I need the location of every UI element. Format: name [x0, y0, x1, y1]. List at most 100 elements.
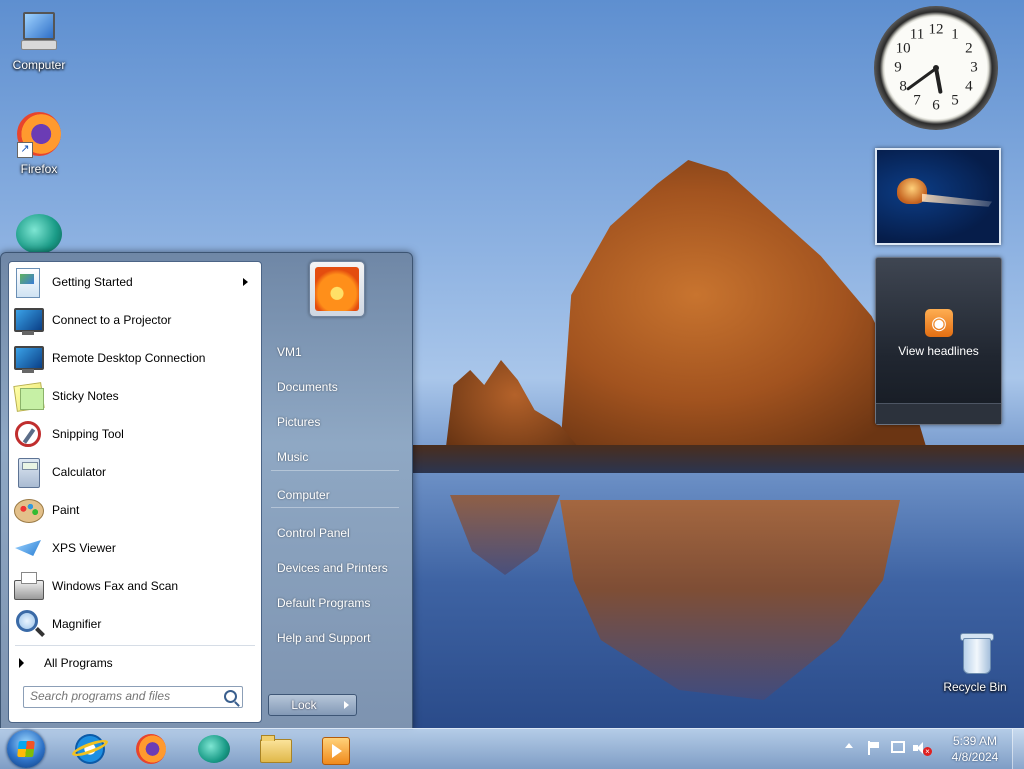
clock-date: 4/8/2024: [951, 750, 999, 764]
program-connect-to-projector[interactable]: Connect to a Projector: [12, 302, 258, 338]
program-paint[interactable]: Paint: [12, 492, 258, 528]
taskbar-clock[interactable]: 5:39 AM 4/8/2024: [940, 733, 1010, 765]
taskbar-windows-explorer[interactable]: [256, 733, 292, 765]
program-calculator[interactable]: Calculator: [12, 454, 258, 490]
link-computer[interactable]: Computer: [263, 480, 401, 510]
search-box[interactable]: [23, 686, 243, 708]
wallpaper-shore: [410, 445, 1024, 473]
desktop-icon-firefox[interactable]: ↗ Firefox: [1, 112, 77, 176]
magnifier-icon: [12, 608, 44, 640]
clock-number: 5: [951, 92, 959, 109]
slideshow-gadget[interactable]: [875, 148, 1001, 245]
program-label: Getting Started: [52, 275, 133, 289]
places-separator: [271, 507, 399, 508]
teal-app-icon: [198, 735, 230, 763]
program-snipping-tool[interactable]: Snipping Tool: [12, 416, 258, 452]
search-icon[interactable]: [224, 690, 237, 703]
clock-number: 2: [965, 40, 973, 57]
link-devices-and-printers[interactable]: Devices and Printers: [263, 553, 401, 583]
link-default-programs[interactable]: Default Programs: [263, 588, 401, 618]
program-xps-viewer[interactable]: XPS Viewer: [12, 530, 258, 566]
xps-viewer-icon: [12, 532, 44, 564]
link-help-and-support[interactable]: Help and Support: [263, 623, 401, 653]
jellyfish-tentacles: [922, 193, 992, 207]
start-menu: Getting Started Connect to a Projector R…: [0, 252, 413, 730]
start-button[interactable]: [7, 730, 45, 768]
link-user-folder[interactable]: VM1: [263, 337, 401, 367]
program-magnifier[interactable]: Magnifier: [12, 606, 258, 642]
scissors-icon: [12, 418, 44, 450]
program-remote-desktop[interactable]: Remote Desktop Connection: [12, 340, 258, 376]
programs-separator: [15, 645, 255, 646]
feed-gadget-footer: [876, 403, 1001, 424]
recycle-bin-icon: [951, 630, 999, 678]
taskbar-teal-app[interactable]: [194, 733, 230, 765]
shortcut-arrow-icon: ↗: [17, 142, 33, 158]
desktop-icon-label: Computer: [12, 58, 66, 72]
rss-icon: ◉: [925, 309, 953, 337]
start-menu-places-pane: VM1 Documents Pictures Music Computer Co…: [263, 261, 405, 721]
projector-icon: [12, 304, 44, 336]
remote-desktop-icon: [12, 342, 44, 374]
network-icon[interactable]: [891, 741, 905, 753]
program-fax-and-scan[interactable]: Windows Fax and Scan: [12, 568, 258, 604]
desktop-icon-label: Firefox: [20, 162, 58, 176]
places-separator: [271, 470, 399, 471]
clock-hour-hand: [934, 67, 943, 94]
taskbar-firefox[interactable]: [132, 733, 168, 765]
link-documents[interactable]: Documents: [263, 372, 401, 402]
show-hidden-icons-icon[interactable]: [845, 743, 853, 748]
clock-center-pin: [933, 65, 939, 71]
clock-number: 9: [894, 59, 902, 76]
firefox-icon: [136, 734, 166, 764]
taskbar: × 5:39 AM 4/8/2024: [0, 728, 1024, 769]
calculator-icon: [12, 456, 44, 488]
action-center-flag-icon[interactable]: [867, 741, 879, 755]
windows-logo-icon: [17, 741, 35, 757]
wallpaper-rock: [559, 160, 930, 460]
program-label: XPS Viewer: [52, 541, 116, 555]
program-label: Magnifier: [52, 617, 102, 631]
program-sticky-notes[interactable]: Sticky Notes: [12, 378, 258, 414]
show-desktop-button[interactable]: [1012, 729, 1024, 769]
feed-headlines-gadget[interactable]: ◉ View headlines: [875, 257, 1002, 425]
view-headlines-label[interactable]: View headlines: [876, 344, 1001, 358]
lock-button[interactable]: Lock: [268, 694, 340, 716]
link-control-panel[interactable]: Control Panel: [263, 518, 401, 548]
link-pictures[interactable]: Pictures: [263, 407, 401, 437]
clock-number: 6: [932, 97, 940, 114]
clock-gadget[interactable]: 12 1 2 3 4 5 6 7 8 9 10 11: [874, 6, 998, 130]
link-music[interactable]: Music: [263, 442, 401, 472]
submenu-arrow-icon[interactable]: [243, 278, 248, 286]
clock-face: 12 1 2 3 4 5 6 7 8 9 10 11: [886, 18, 986, 118]
program-getting-started[interactable]: Getting Started: [12, 264, 258, 300]
firefox-icon: ↗: [15, 112, 63, 160]
all-programs-label: All Programs: [44, 656, 113, 670]
program-label: Sticky Notes: [52, 389, 119, 403]
desktop-icon-computer[interactable]: Computer: [1, 8, 77, 72]
wallpaper-reflection: [560, 500, 900, 700]
program-label: Paint: [52, 503, 80, 517]
clock-number: 3: [970, 59, 978, 76]
wallpaper-reflection-small: [450, 495, 560, 575]
taskbar-internet-explorer[interactable]: [70, 733, 110, 765]
user-picture[interactable]: [309, 261, 365, 317]
clock-time: 5:39 AM: [952, 734, 998, 748]
program-label: Windows Fax and Scan: [52, 579, 179, 593]
program-label: Remote Desktop Connection: [52, 351, 206, 365]
search-input[interactable]: [24, 687, 226, 705]
flower-avatar-image: [315, 267, 359, 311]
volume-muted-icon[interactable]: ×: [913, 741, 932, 757]
start-menu-programs-pane: Getting Started Connect to a Projector R…: [8, 261, 262, 723]
shutdown-options-arrow-icon[interactable]: [338, 694, 357, 716]
fax-machine-icon: [12, 570, 44, 602]
desktop-icon-recycle-bin[interactable]: Recycle Bin: [937, 630, 1013, 694]
program-label: Connect to a Projector: [52, 313, 172, 327]
taskbar-media-player[interactable]: [316, 733, 352, 765]
media-player-icon: [322, 737, 350, 765]
clock-number: 12: [928, 21, 944, 38]
desktop-icon-label: Recycle Bin: [943, 680, 1007, 694]
sticky-notes-icon: [12, 380, 45, 412]
getting-started-icon: [12, 266, 44, 298]
all-programs-button[interactable]: All Programs: [19, 652, 255, 674]
